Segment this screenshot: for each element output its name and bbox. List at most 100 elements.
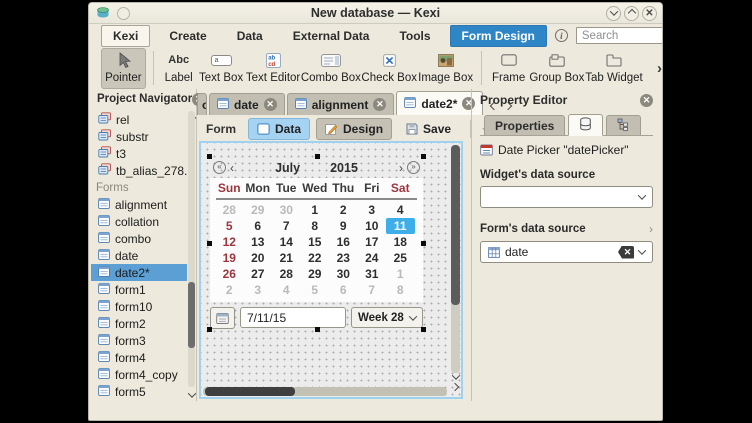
calendar-day[interactable]: 1	[301, 202, 330, 218]
week-select[interactable]: Week 28	[351, 307, 423, 328]
calendar-day[interactable]: 2	[329, 202, 358, 218]
resize-handle-e[interactable]	[421, 241, 426, 246]
toolbar-overflow-button[interactable]: ›	[657, 60, 662, 77]
document-tab-o[interactable]: o✕	[197, 93, 207, 115]
calendar-day[interactable]: 6	[244, 218, 273, 234]
calendar-day[interactable]: 12	[215, 234, 244, 250]
text-box-tool-button[interactable]: aText Box	[197, 49, 245, 88]
label-tool-button[interactable]: AbcLabel	[160, 49, 197, 88]
property-tab-properties[interactable]: Properties	[484, 115, 565, 135]
previous-year-button[interactable]: «	[213, 161, 226, 174]
next-month-button[interactable]: ›	[399, 161, 403, 175]
navigator-item-form1[interactable]: form1	[91, 281, 187, 298]
navigator-item-form5[interactable]: form5	[91, 383, 187, 400]
ribbon-tab-form-design[interactable]: Form Design	[450, 25, 547, 47]
navigator-item-tb_alias_278[interactable]: tb_alias_278...	[91, 162, 187, 179]
calendar-month[interactable]: July	[275, 161, 300, 175]
minimize-button[interactable]	[606, 6, 621, 21]
navigator-item-combo[interactable]: combo	[91, 230, 187, 247]
resize-handle-sw[interactable]	[207, 327, 212, 332]
navigator-item-form10[interactable]: form10	[91, 298, 187, 315]
info-icon[interactable]: i	[555, 29, 568, 42]
calendar-day[interactable]: 8	[386, 282, 415, 298]
navigator-item-substr[interactable]: substr	[91, 128, 187, 145]
previous-month-button[interactable]: ‹	[230, 161, 234, 175]
search-input[interactable]	[576, 27, 663, 44]
canvas-vertical-scrollbar[interactable]	[451, 145, 460, 373]
resize-handle-nw[interactable]	[207, 154, 212, 159]
calendar-day[interactable]: 9	[329, 218, 358, 234]
next-year-button[interactable]: »	[407, 161, 420, 174]
navigator-item-form4[interactable]: form4	[91, 349, 187, 366]
date-input[interactable]: 7/11/15	[240, 307, 346, 328]
navigator-item-form3[interactable]: form3	[91, 332, 187, 349]
calendar-day[interactable]: 4	[272, 282, 301, 298]
navigator-item-collation[interactable]: collation	[91, 213, 187, 230]
calendar-day[interactable]: 24	[358, 250, 387, 266]
calendar-day[interactable]: 3	[358, 202, 387, 218]
calendar-year[interactable]: 2015	[330, 161, 358, 175]
navigator-scrollbar[interactable]	[188, 111, 195, 387]
ribbon-tab-data[interactable]: Data	[226, 26, 274, 46]
calendar-day[interactable]: 2	[215, 282, 244, 298]
calendar-day[interactable]: 4	[386, 202, 415, 218]
document-tab-alignment[interactable]: alignment✕	[287, 93, 395, 115]
calendar-day[interactable]: 26	[215, 266, 244, 282]
design-view-button[interactable]: Design	[316, 118, 392, 140]
form-design-canvas[interactable]: « ‹ July 2015 › » SunMonTueWedThuFriSat …	[199, 141, 463, 399]
property-editor-close-icon[interactable]: ✕	[640, 94, 653, 107]
calendar-day[interactable]: 28	[215, 202, 244, 218]
resize-handle-se[interactable]	[421, 327, 426, 332]
resize-handle-ne[interactable]	[421, 154, 426, 159]
close-button[interactable]: ✕	[642, 6, 657, 21]
canvas-horizontal-scrollbar[interactable]	[203, 387, 447, 396]
ribbon-tab-tools[interactable]: Tools	[388, 26, 441, 46]
calendar-day[interactable]: 31	[358, 266, 387, 282]
tab-widget-tool-button[interactable]: Tab Widget	[585, 49, 643, 88]
calendar-day[interactable]: 30	[272, 202, 301, 218]
clear-icon[interactable]: ✕	[618, 246, 634, 259]
group-box-tool-button[interactable]: Group Box	[529, 49, 585, 88]
calendar-day[interactable]: 13	[244, 234, 273, 250]
calendar-day[interactable]: 29	[244, 202, 273, 218]
navigator-scroll-down[interactable]	[187, 390, 196, 399]
calendar-day[interactable]: 10	[358, 218, 387, 234]
property-tab-widget-tree[interactable]	[606, 115, 641, 135]
check-box-tool-button[interactable]: Check Box	[361, 49, 418, 88]
navigator-item-alignment[interactable]: alignment	[91, 196, 187, 213]
calendar-day[interactable]: 20	[244, 250, 273, 266]
calendar-day[interactable]: 17	[358, 234, 387, 250]
calendar-day[interactable]: 30	[329, 266, 358, 282]
calendar-day[interactable]: 18	[386, 234, 415, 250]
image-box-tool-button[interactable]: Image Box	[418, 49, 474, 88]
resize-handle-w[interactable]	[207, 241, 212, 246]
frame-tool-button[interactable]: Frame	[488, 49, 528, 88]
resize-handle-n[interactable]	[315, 154, 320, 159]
expander-icon[interactable]: ›	[649, 222, 653, 236]
data-view-button[interactable]: Data	[248, 118, 310, 140]
calendar-day[interactable]: 5	[301, 282, 330, 298]
widget-data-source-combo[interactable]	[480, 186, 653, 208]
document-tab-date[interactable]: date✕	[209, 93, 285, 115]
calendar-day[interactable]: 14	[272, 234, 301, 250]
save-button[interactable]: Save	[398, 119, 459, 139]
calendar-day[interactable]: 3	[244, 282, 273, 298]
ribbon-tab-external-data[interactable]: External Data	[282, 26, 381, 46]
navigator-item-date2[interactable]: date2*	[91, 264, 187, 281]
calendar-day[interactable]: 6	[329, 282, 358, 298]
combo-box-tool-button[interactable]: Combo Box	[301, 49, 361, 88]
navigator-item-rel[interactable]: rel	[91, 111, 187, 128]
maximize-button[interactable]	[624, 6, 639, 21]
ribbon-tab-create[interactable]: Create	[158, 26, 217, 46]
tab-close-icon[interactable]: ✕	[373, 98, 386, 111]
calendar-day[interactable]: 5	[215, 218, 244, 234]
tab-close-icon[interactable]: ✕	[264, 98, 277, 111]
pointer-tool-button[interactable]: Pointer	[101, 48, 146, 89]
calendar-day[interactable]: 7	[272, 218, 301, 234]
navigator-item-t3[interactable]: t3	[91, 145, 187, 162]
calendar-day[interactable]: 21	[272, 250, 301, 266]
calendar-day[interactable]: 8	[301, 218, 330, 234]
calendar-day[interactable]: 1	[386, 266, 415, 282]
navigator-item-form2[interactable]: form2	[91, 315, 187, 332]
calendar-day[interactable]: 27	[244, 266, 273, 282]
